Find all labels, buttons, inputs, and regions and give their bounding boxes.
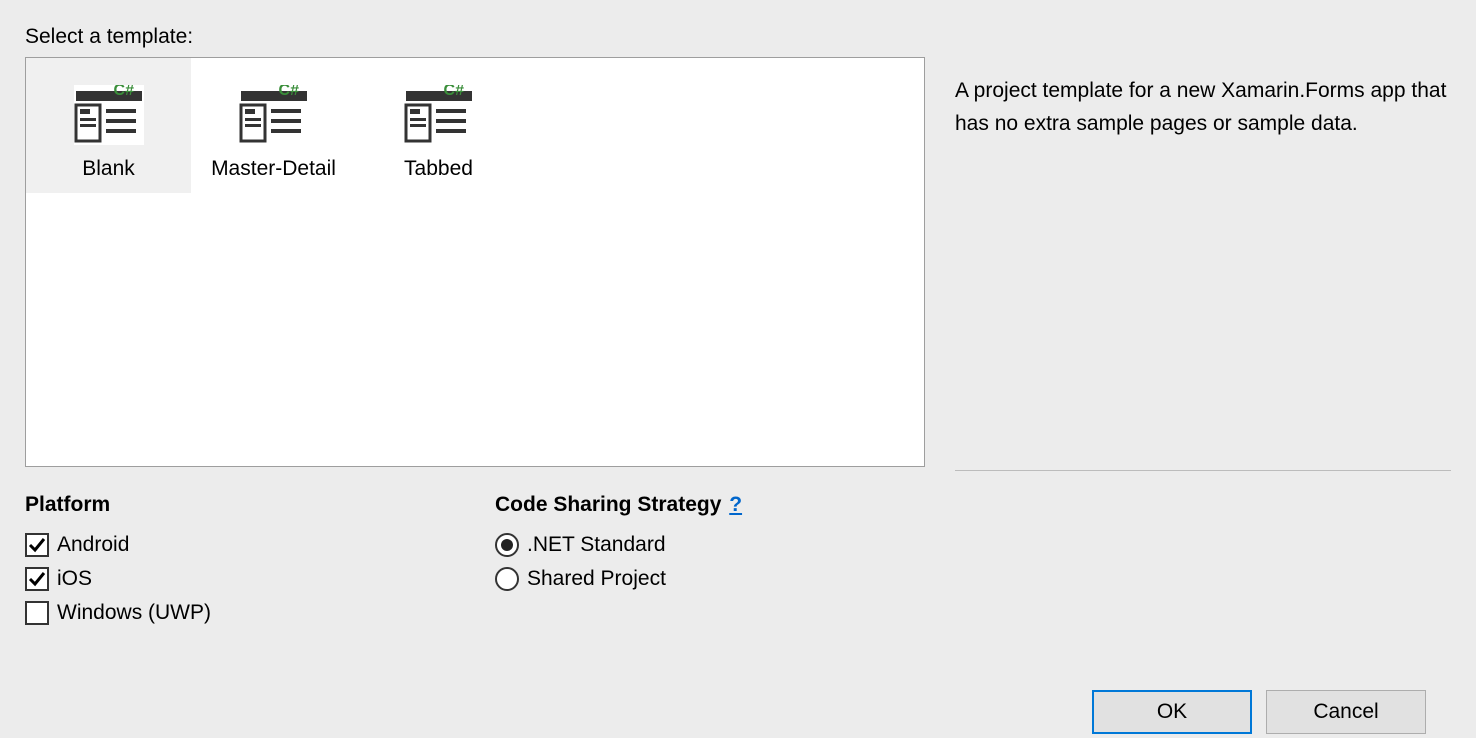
radio-label: Shared Project [527,567,666,591]
template-description: A project template for a new Xamarin.For… [955,75,1451,140]
radio-shared-project[interactable] [495,567,519,591]
select-template-label: Select a template: [25,25,925,49]
ok-button[interactable]: OK [1092,690,1252,734]
platform-heading: Platform [25,493,495,517]
radio-net-standard[interactable] [495,533,519,557]
svg-text:C#: C# [443,85,464,99]
csharp-page-icon: C# [239,85,309,145]
template-item-blank[interactable]: C# Blank [26,58,191,193]
checkbox-label: iOS [57,567,92,591]
checkbox-label: Windows (UWP) [57,601,211,625]
radio-label: .NET Standard [527,533,666,557]
svg-text:C#: C# [113,85,134,99]
csharp-page-icon: C# [74,85,144,145]
csharp-page-icon: C# [404,85,474,145]
checkbox-windows-uwp[interactable] [25,601,49,625]
divider [955,470,1451,471]
cancel-button[interactable]: Cancel [1266,690,1426,734]
checkbox-label: Android [57,533,129,557]
help-link[interactable]: ? [727,493,744,517]
checkbox-ios[interactable] [25,567,49,591]
code-sharing-heading: Code Sharing Strategy ? [495,493,1451,517]
template-item-label: Tabbed [404,157,473,181]
checkbox-android[interactable] [25,533,49,557]
template-item-label: Master-Detail [211,157,336,181]
template-item-tabbed[interactable]: C# Tabbed [356,58,521,193]
svg-text:C#: C# [278,85,299,99]
template-list: C# Blank [25,57,925,467]
template-item-master-detail[interactable]: C# Master-Detail [191,58,356,193]
template-item-label: Blank [82,157,135,181]
